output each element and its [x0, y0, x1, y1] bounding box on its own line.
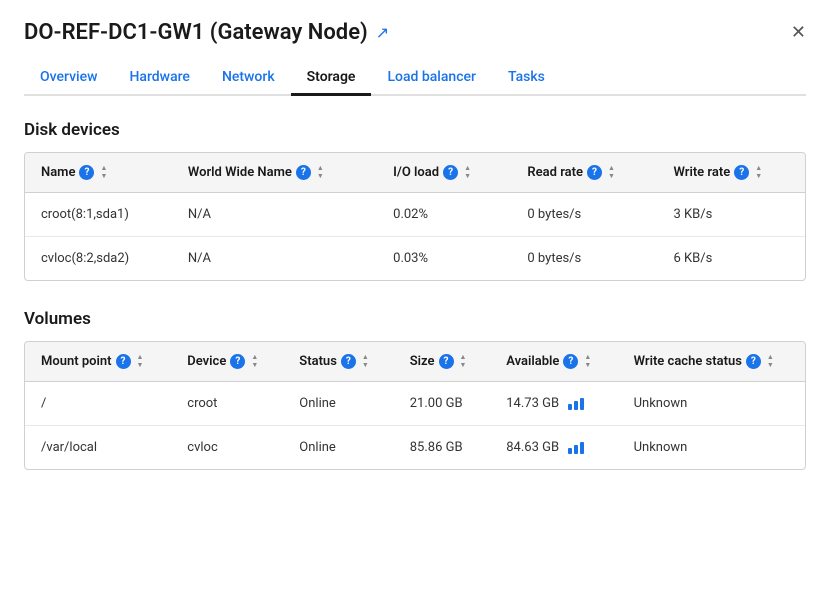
name-sort-icon[interactable] [100, 165, 107, 180]
close-icon[interactable]: ✕ [791, 24, 806, 42]
status-help-icon[interactable]: ? [341, 354, 356, 369]
write-cache-status-sort-icon[interactable] [767, 354, 774, 369]
tab-load-balancer[interactable]: Load balancer [371, 61, 492, 96]
available-bar-chart-icon[interactable] [568, 442, 584, 454]
page-title: DO-REF-DC1-GW1 (Gateway Node) [24, 20, 368, 45]
device-help-icon[interactable]: ? [230, 354, 245, 369]
volumes-header-row: Mount point ? Device ? Status ? [25, 342, 805, 382]
vol-status-cell: Online [283, 426, 393, 470]
disk-device-row: cvloc(8:2,sda2) N/A 0.03% 0 bytes/s 6 KB… [25, 237, 805, 281]
col-size: Size ? [394, 342, 491, 382]
col-name: Name ? [25, 153, 172, 193]
wwn-sort-icon[interactable] [317, 165, 324, 180]
device-sort-icon[interactable] [251, 354, 258, 369]
disk-wwn-cell: N/A [172, 237, 377, 281]
col-io-load: I/O load ? [377, 153, 511, 193]
vol-available-cell: 14.73 GB [490, 382, 617, 426]
name-help-icon[interactable]: ? [79, 165, 94, 180]
vol-available-cell: 84.63 GB [490, 426, 617, 470]
vol-size-cell: 85.86 GB [394, 426, 491, 470]
read-rate-help-icon[interactable]: ? [587, 165, 602, 180]
vol-write-cache-status-cell: Unknown [618, 426, 805, 470]
write-rate-help-icon[interactable]: ? [734, 165, 749, 180]
volumes-table: Mount point ? Device ? Status ? [25, 342, 805, 469]
mount-point-sort-icon[interactable] [137, 354, 144, 369]
disk-devices-table: Name ? World Wide Name ? I/O load [25, 153, 805, 280]
volumes-table-container: Mount point ? Device ? Status ? [24, 341, 806, 470]
tab-network[interactable]: Network [206, 61, 291, 96]
vol-device-cell: croot [171, 382, 283, 426]
disk-write-rate-cell: 6 KB/s [657, 237, 805, 281]
col-status: Status ? [283, 342, 393, 382]
mount-point-help-icon[interactable]: ? [116, 354, 131, 369]
vol-mount-point-cell: / [25, 382, 171, 426]
vol-write-cache-status-cell: Unknown [618, 382, 805, 426]
io-load-sort-icon[interactable] [464, 165, 471, 180]
col-mount-point: Mount point ? [25, 342, 171, 382]
col-device: Device ? [171, 342, 283, 382]
disk-io-load-cell: 0.02% [377, 193, 511, 237]
disk-name-cell: cvloc(8:2,sda2) [25, 237, 172, 281]
vol-device-cell: cvloc [171, 426, 283, 470]
volume-row: / croot Online 21.00 GB 14.73 GB Unknown [25, 382, 805, 426]
tab-hardware[interactable]: Hardware [113, 61, 205, 96]
disk-name-cell: croot(8:1,sda1) [25, 193, 172, 237]
title-area: DO-REF-DC1-GW1 (Gateway Node) ↗ [24, 20, 389, 45]
vol-mount-point-cell: /var/local [25, 426, 171, 470]
external-link-icon[interactable]: ↗ [376, 23, 389, 42]
available-sort-icon[interactable] [584, 354, 591, 369]
write-rate-sort-icon[interactable] [755, 165, 762, 180]
disk-read-rate-cell: 0 bytes/s [511, 237, 657, 281]
disk-io-load-cell: 0.03% [377, 237, 511, 281]
page-header: DO-REF-DC1-GW1 (Gateway Node) ↗ ✕ [24, 20, 806, 45]
vol-status-cell: Online [283, 382, 393, 426]
read-rate-sort-icon[interactable] [608, 165, 615, 180]
disk-devices-header-row: Name ? World Wide Name ? I/O load [25, 153, 805, 193]
size-help-icon[interactable]: ? [439, 354, 454, 369]
wwn-help-icon[interactable]: ? [296, 165, 311, 180]
col-available: Available ? [490, 342, 617, 382]
col-read-rate: Read rate ? [511, 153, 657, 193]
volume-row: /var/local cvloc Online 85.86 GB 84.63 G… [25, 426, 805, 470]
available-bar-chart-icon[interactable] [568, 398, 584, 410]
disk-device-row: croot(8:1,sda1) N/A 0.02% 0 bytes/s 3 KB… [25, 193, 805, 237]
disk-write-rate-cell: 3 KB/s [657, 193, 805, 237]
disk-wwn-cell: N/A [172, 193, 377, 237]
tab-overview[interactable]: Overview [24, 61, 113, 96]
volumes-title: Volumes [24, 309, 806, 329]
available-help-icon[interactable]: ? [563, 354, 578, 369]
io-load-help-icon[interactable]: ? [443, 165, 458, 180]
disk-read-rate-cell: 0 bytes/s [511, 193, 657, 237]
tab-tasks[interactable]: Tasks [492, 61, 561, 96]
disk-devices-title: Disk devices [24, 120, 806, 140]
col-write-cache-status: Write cache status ? [618, 342, 805, 382]
col-wwn: World Wide Name ? [172, 153, 377, 193]
vol-size-cell: 21.00 GB [394, 382, 491, 426]
status-sort-icon[interactable] [362, 354, 369, 369]
disk-devices-table-container: Name ? World Wide Name ? I/O load [24, 152, 806, 281]
size-sort-icon[interactable] [460, 354, 467, 369]
write-cache-status-help-icon[interactable]: ? [746, 354, 761, 369]
tab-storage[interactable]: Storage [291, 61, 372, 96]
tab-bar: Overview Hardware Network Storage Load b… [24, 61, 806, 96]
col-write-rate: Write rate ? [657, 153, 805, 193]
